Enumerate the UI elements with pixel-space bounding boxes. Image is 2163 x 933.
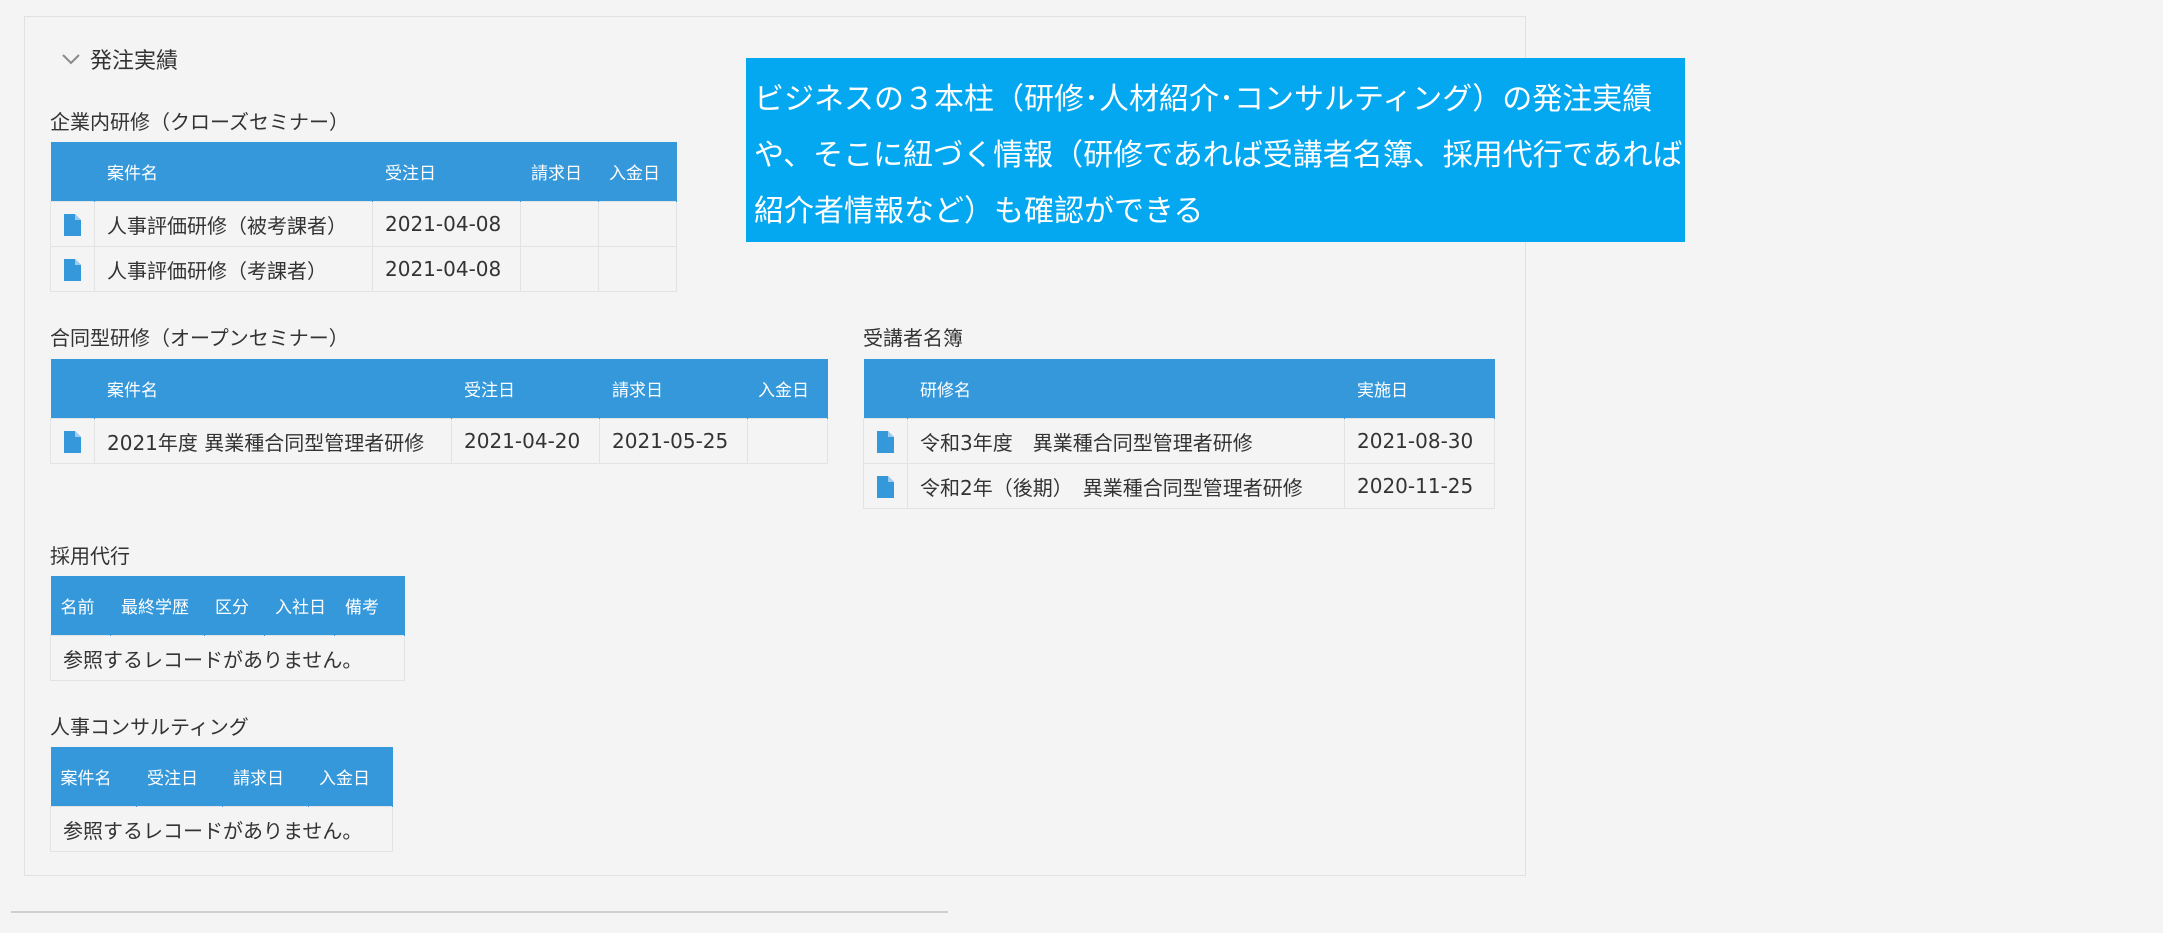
cell-paid: [747, 418, 828, 464]
section-label-closed-seminar: 企業内研修（クローズセミナー）: [50, 110, 349, 134]
cell-course: 令和2年（後期） 異業種合同型管理者研修: [907, 463, 1345, 509]
cell-paid: [598, 246, 677, 292]
col-category[interactable]: 区分: [204, 576, 265, 636]
chevron-down-icon[interactable]: [60, 48, 82, 70]
document-icon[interactable]: [63, 430, 82, 454]
table-closed-seminar: 案件名 受注日 請求日 入金日 人事評価研修（被考課者） 2021-04-08 …: [50, 142, 677, 292]
col-icon: [50, 359, 95, 419]
col-billed[interactable]: 請求日: [222, 747, 309, 807]
col-billed[interactable]: 請求日: [520, 142, 599, 202]
cell-name: 人事評価研修（被考課者）: [94, 201, 373, 247]
table-row: 令和2年（後期） 異業種合同型管理者研修 2020-11-25: [863, 463, 1495, 509]
col-date[interactable]: 実施日: [1344, 359, 1495, 419]
cell-ordered: 2021-04-20: [451, 418, 600, 464]
col-name[interactable]: 名前: [50, 576, 111, 636]
table-row: 2021年度 異業種合同型管理者研修 2021-04-20 2021-05-25: [50, 418, 828, 464]
cell-date: 2020-11-25: [1344, 463, 1495, 509]
table-attendees: 研修名 実施日 令和3年度 異業種合同型管理者研修 2021-08-30 令和2…: [863, 359, 1495, 509]
table-header-row: 案件名 受注日 請求日 入金日: [50, 747, 393, 807]
cell-billed: [520, 201, 599, 247]
table-header-row: 研修名 実施日: [863, 359, 1495, 419]
group-header-order-history[interactable]: 発注実績: [60, 43, 178, 75]
table-row: 令和3年度 異業種合同型管理者研修 2021-08-30: [863, 418, 1495, 464]
table-recruiting: 名前 最終学歴 区分 入社日 備考 参照するレコードがありません。: [50, 576, 405, 681]
table-open-seminar: 案件名 受注日 請求日 入金日 2021年度 異業種合同型管理者研修 2021-…: [50, 359, 828, 464]
section-label-open-seminar: 合同型研修（オープンセミナー）: [50, 326, 349, 350]
col-icon: [863, 359, 908, 419]
table-consulting: 案件名 受注日 請求日 入金日 参照するレコードがありません。: [50, 747, 393, 852]
document-icon[interactable]: [63, 258, 82, 282]
cell-name: 2021年度 異業種合同型管理者研修: [94, 418, 452, 464]
document-icon[interactable]: [63, 213, 82, 237]
section-label-recruiting: 採用代行: [50, 544, 130, 568]
divider: [11, 911, 948, 913]
section-label-attendees: 受講者名簿: [863, 326, 963, 350]
empty-row: 参照するレコードがありません。: [50, 635, 405, 681]
cell-name: 人事評価研修（考課者）: [94, 246, 373, 292]
group-title: 発注実績: [90, 49, 179, 74]
cell-course: 令和3年度 異業種合同型管理者研修: [907, 418, 1345, 464]
col-education[interactable]: 最終学歴: [110, 576, 205, 636]
record-link[interactable]: [50, 201, 95, 247]
empty-message: 参照するレコードがありません。: [50, 806, 393, 852]
col-name[interactable]: 案件名: [50, 747, 137, 807]
empty-message: 参照するレコードがありません。: [50, 635, 405, 681]
col-billed[interactable]: 請求日: [599, 359, 748, 419]
col-name[interactable]: 案件名: [94, 359, 452, 419]
cell-date: 2021-08-30: [1344, 418, 1495, 464]
col-notes[interactable]: 備考: [334, 576, 405, 636]
col-paid[interactable]: 入金日: [308, 747, 393, 807]
col-ordered[interactable]: 受注日: [451, 359, 600, 419]
col-paid[interactable]: 入金日: [747, 359, 828, 419]
record-link[interactable]: [50, 418, 95, 464]
callout-note: ビジネスの３本柱（研修･人材紹介･コンサルティング）の発注実績や、そこに紐づく情…: [746, 58, 1685, 242]
record-link[interactable]: [50, 246, 95, 292]
col-ordered[interactable]: 受注日: [136, 747, 223, 807]
col-name[interactable]: 案件名: [94, 142, 373, 202]
table-row: 人事評価研修（考課者） 2021-04-08: [50, 246, 677, 292]
document-icon[interactable]: [876, 475, 895, 499]
record-link[interactable]: [863, 418, 908, 464]
empty-row: 参照するレコードがありません。: [50, 806, 393, 852]
cell-billed: [520, 246, 599, 292]
table-header-row: 案件名 受注日 請求日 入金日: [50, 142, 677, 202]
col-ordered[interactable]: 受注日: [372, 142, 521, 202]
col-icon: [50, 142, 95, 202]
section-label-consulting: 人事コンサルティング: [50, 715, 249, 739]
col-course[interactable]: 研修名: [907, 359, 1345, 419]
cell-billed: 2021-05-25: [599, 418, 748, 464]
record-link[interactable]: [863, 463, 908, 509]
col-paid[interactable]: 入金日: [598, 142, 677, 202]
table-header-row: 名前 最終学歴 区分 入社日 備考: [50, 576, 405, 636]
cell-ordered: 2021-04-08: [372, 246, 521, 292]
cell-ordered: 2021-04-08: [372, 201, 521, 247]
document-icon[interactable]: [876, 430, 895, 454]
cell-paid: [598, 201, 677, 247]
table-header-row: 案件名 受注日 請求日 入金日: [50, 359, 828, 419]
col-join-date[interactable]: 入社日: [264, 576, 335, 636]
table-row: 人事評価研修（被考課者） 2021-04-08: [50, 201, 677, 247]
